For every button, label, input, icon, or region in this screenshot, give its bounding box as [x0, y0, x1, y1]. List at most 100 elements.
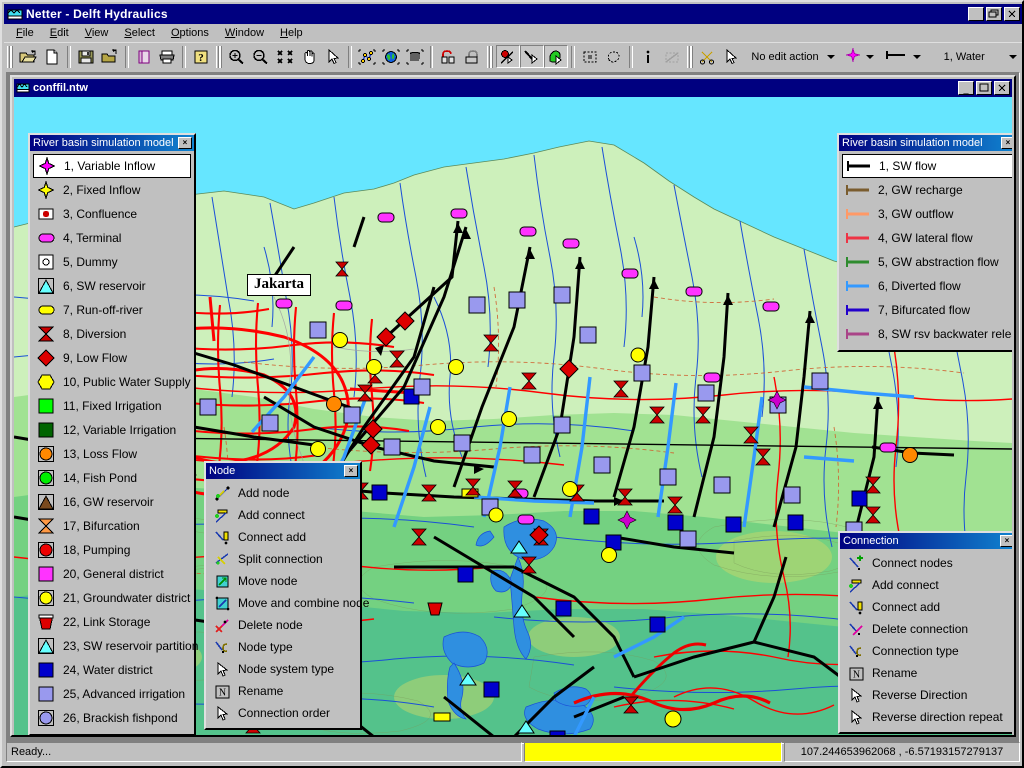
flow-legend-item-1[interactable]: 1, SW flow	[842, 154, 1012, 178]
menu-select[interactable]: Select	[116, 26, 163, 40]
node-legend-item-24[interactable]: 26, Brackish fishpond	[33, 706, 191, 730]
connection-command-rename[interactable]: N Rename	[843, 662, 1012, 684]
node-command-move-node[interactable]: Move node	[209, 570, 357, 592]
flow-legend-item-3[interactable]: 3, GW outflow	[842, 202, 1012, 226]
node-command-delete-node[interactable]: Delete node	[209, 614, 357, 636]
zoom-fit-icon[interactable]	[273, 45, 297, 68]
scissors-icon[interactable]	[696, 45, 720, 68]
connection-command-connection-type[interactable]: Connection type	[843, 640, 1012, 662]
toolbar-grip-3[interactable]	[487, 45, 494, 68]
flow-legend-item-7[interactable]: 7, Bifurcated flow	[842, 298, 1012, 322]
toolbar-grip[interactable]	[7, 45, 13, 68]
node-style-dropdown-arrow[interactable]	[864, 50, 877, 63]
node-legend-close-button[interactable]: ×	[178, 137, 192, 149]
flow-legend-title-bar[interactable]: River basin simulation model ×	[839, 135, 1012, 151]
node-legend-item-20[interactable]: 22, Link Storage	[33, 610, 191, 634]
node-legend-title-bar[interactable]: River basin simulation model ×	[30, 135, 194, 151]
connection-command-connect-nodes[interactable]: Connect nodes	[843, 552, 1012, 574]
node-legend-item-8[interactable]: 8, Diversion	[33, 322, 191, 346]
layer-dropdown-arrow[interactable]	[1007, 50, 1020, 63]
connection-palette[interactable]: Connection × Connect nodes Add connect Con…	[838, 531, 1012, 734]
node-legend-item-3[interactable]: 3, Confluence	[33, 202, 191, 226]
node-legend-item-15[interactable]: 16, GW reservoir	[33, 490, 191, 514]
flow-legend-close-button[interactable]: ×	[1001, 137, 1012, 149]
node-legend-item-22[interactable]: 24, Water district	[33, 658, 191, 682]
node-legend-item-10[interactable]: 10, Public Water Supply	[33, 370, 191, 394]
menu-edit[interactable]: Edit	[42, 26, 77, 40]
node-legend-item-1[interactable]: 1, Variable Inflow	[33, 154, 191, 178]
connection-command-reverse-direction-repeat[interactable]: Reverse direction repeat	[843, 706, 1012, 728]
menu-file[interactable]: File	[8, 26, 42, 40]
flow-legend-item-8[interactable]: 8, SW rsv backwater release	[842, 322, 1012, 346]
edit-action-dropdown-arrow[interactable]	[825, 50, 838, 63]
network-icon[interactable]	[355, 45, 379, 68]
menu-options[interactable]: Options	[163, 26, 217, 40]
line-style-dropdown-arrow[interactable]	[911, 50, 924, 63]
node-legend-item-16[interactable]: 17, Bifurcation	[33, 514, 191, 538]
no-selection-icon[interactable]	[660, 45, 684, 68]
node-command-rename[interactable]: N Rename	[209, 680, 357, 702]
node-legend-item-19[interactable]: 21, Groundwater district	[33, 586, 191, 610]
globe-icon[interactable]	[379, 45, 403, 68]
pan-hand-icon[interactable]	[297, 45, 321, 68]
node-legend-item-6[interactable]: 6, SW reservoir	[33, 274, 191, 298]
region-edit-icon[interactable]	[544, 45, 568, 68]
child-maximize-button[interactable]	[976, 81, 992, 95]
node-legend-item-4[interactable]: 4, Terminal	[33, 226, 191, 250]
connection-command-reverse-direction[interactable]: Reverse Direction	[843, 684, 1012, 706]
menu-window[interactable]: Window	[217, 26, 272, 40]
lock-icon[interactable]	[460, 45, 484, 68]
open-icon[interactable]	[16, 45, 40, 68]
new-document-icon[interactable]	[40, 45, 64, 68]
node-palette-close-button[interactable]: ×	[344, 465, 358, 477]
flow-legend-item-6[interactable]: 6, Diverted flow	[842, 274, 1012, 298]
node-edit-icon[interactable]	[496, 45, 521, 68]
restore-button[interactable]	[986, 7, 1002, 21]
toolbar-grip-2[interactable]	[216, 45, 223, 68]
node-legend-item-7[interactable]: 7, Run-off-river	[33, 298, 191, 322]
flow-legend-item-5[interactable]: 5, GW abstraction flow	[842, 250, 1012, 274]
node-legend-item-12[interactable]: 12, Variable Irrigation	[33, 418, 191, 442]
menu-view[interactable]: View	[77, 26, 117, 40]
save-icon[interactable]	[74, 45, 98, 68]
node-legend-item-17[interactable]: 18, Pumping	[33, 538, 191, 562]
info-icon[interactable]	[636, 45, 660, 68]
node-command-add-node[interactable]: Add node	[209, 482, 357, 504]
connection-command-connect-add[interactable]: Connect add	[843, 596, 1012, 618]
node-legend-item-9[interactable]: 9, Low Flow	[33, 346, 191, 370]
node-command-connect-add[interactable]: Connect add	[209, 526, 357, 548]
node-command-move-and-combine-node[interactable]: Move and combine node	[209, 592, 369, 614]
node-legend-item-21[interactable]: 23, SW reservoir partition	[33, 634, 198, 658]
node-legend-item-13[interactable]: 13, Loss Flow	[33, 442, 191, 466]
minimize-button[interactable]: _	[968, 7, 984, 21]
node-style-combo[interactable]	[842, 47, 877, 67]
node-legend-item-5[interactable]: 5, Dummy	[33, 250, 191, 274]
polygon-select-icon[interactable]	[602, 45, 626, 68]
zoom-in-icon[interactable]	[225, 45, 249, 68]
select-arrow-icon[interactable]	[321, 45, 345, 68]
flow-legend-item-2[interactable]: 2, GW recharge	[842, 178, 1012, 202]
node-legend-item-18[interactable]: 20, General district	[33, 562, 191, 586]
node-legend-item-14[interactable]: 14, Fish Pond	[33, 466, 191, 490]
connection-command-delete-connection[interactable]: Delete connection	[843, 618, 1012, 640]
connection-edit-icon[interactable]	[520, 45, 545, 68]
node-command-node-type[interactable]: Node type	[209, 636, 357, 658]
edit-action-combo[interactable]: No edit action	[745, 47, 837, 67]
child-minimize-button[interactable]: _	[958, 81, 974, 95]
node-legend-item-2[interactable]: 2, Fixed Inflow	[33, 178, 191, 202]
flow-legend-palette[interactable]: River basin simulation model × 1, SW flo…	[837, 133, 1012, 352]
node-command-node-system-type[interactable]: Node system type	[209, 658, 357, 680]
node-command-connection-order[interactable]: Connection order	[209, 702, 357, 724]
book-icon[interactable]	[132, 45, 156, 68]
layer-combo[interactable]: 1, Water	[928, 47, 1020, 67]
save-as-icon[interactable]	[98, 45, 122, 68]
connection-command-add-connect[interactable]: Add connect	[843, 574, 1012, 596]
connection-palette-title-bar[interactable]: Connection ×	[840, 533, 1012, 549]
node-legend-palette[interactable]: River basin simulation model × 1, Variab…	[28, 133, 198, 735]
child-close-button[interactable]	[994, 81, 1010, 95]
toolbar-grip-4[interactable]	[686, 45, 693, 68]
line-style-combo[interactable]	[881, 47, 924, 67]
rectangle-select-icon[interactable]	[578, 45, 602, 68]
flow-legend-item-4[interactable]: 4, GW lateral flow	[842, 226, 1012, 250]
node-legend-item-23[interactable]: 25, Advanced irrigation	[33, 682, 191, 706]
